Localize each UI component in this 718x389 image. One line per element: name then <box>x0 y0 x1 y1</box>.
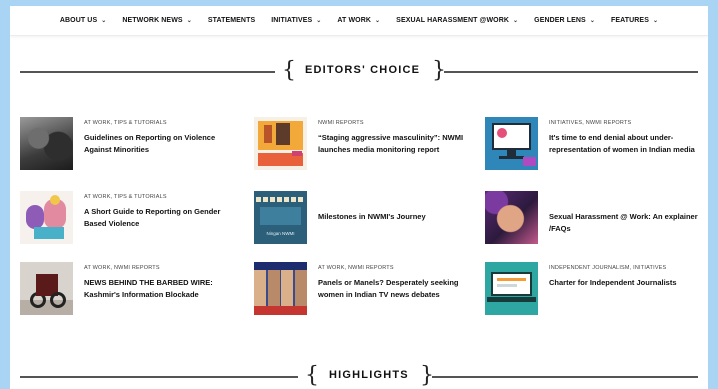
nav-label: NETWORK NEWS <box>122 17 183 24</box>
section-title: EDITORS' CHOICE <box>305 64 421 76</box>
article-title[interactable]: Sexual Harassment @ Work: An explainer /… <box>549 211 700 235</box>
article-title[interactable]: It's time to end denial about under-repr… <box>549 132 700 156</box>
chevron-down-icon: ⌄ <box>101 18 107 24</box>
nav-item-statements[interactable]: STATEMENTS <box>208 17 255 24</box>
article-category[interactable]: AT WORK, TIPS & TUTORIALS <box>84 194 235 200</box>
divider-line <box>20 71 275 73</box>
article-title[interactable]: Guidelines on Reporting on Violence Agai… <box>84 132 235 156</box>
report-cover-art <box>276 123 290 145</box>
motorbike-photo <box>50 292 66 308</box>
article-thumbnail[interactable] <box>254 262 307 315</box>
main-nav: ABOUT US ⌄ NETWORK NEWS ⌄ STATEMENTS INITI… <box>10 6 708 36</box>
nav-label: SEXUAL HARASSMENT @WORK <box>396 17 510 24</box>
article-title[interactable]: A Short Guide to Reporting on Gender Bas… <box>84 206 235 230</box>
nav-item-gender-lens[interactable]: GENDER LENS ⌄ <box>534 17 595 24</box>
nav-label: STATEMENTS <box>207 17 256 24</box>
article-category[interactable]: NWMI REPORTS <box>318 120 469 126</box>
article-card[interactable]: Ningan NWMI Milestones in NWMI's Journey <box>254 191 469 244</box>
article-category[interactable]: AT WORK, TIPS & TUTORIALS <box>84 120 235 126</box>
article-title[interactable]: Charter for Independent Journalists <box>549 277 677 289</box>
monitor-illustration <box>499 156 524 159</box>
article-title[interactable]: Milestones in NWMI's Journey <box>318 211 426 223</box>
article-thumbnail[interactable] <box>485 262 538 315</box>
article-card[interactable]: AT WORK, TIPS & TUTORIALS Guidelines on … <box>20 117 235 170</box>
chevron-down-icon: ⌄ <box>513 18 519 24</box>
article-card[interactable]: AT WORK, TIPS & TUTORIALS A Short Guide … <box>20 191 235 244</box>
section-title: HIGHLIGHTS <box>329 369 409 381</box>
nav-item-features[interactable]: FEATURES ⌄ <box>611 17 658 24</box>
guide-illustration <box>26 205 44 229</box>
chevron-down-icon: ⌄ <box>186 18 192 24</box>
thumbnail-caption: Ningan NWMI <box>266 231 295 236</box>
article-card[interactable]: INDEPENDENT JOURNALISM, INITIATIVES Char… <box>485 262 700 315</box>
nav-item-network-news[interactable]: NETWORK NEWS ⌄ <box>122 17 191 24</box>
article-thumbnail[interactable] <box>20 262 73 315</box>
nav-item-at-work[interactable]: AT WORK ⌄ <box>337 17 380 24</box>
chevron-down-icon: ⌄ <box>589 18 595 24</box>
report-cover-art <box>264 125 272 143</box>
monitor-illustration <box>523 157 536 166</box>
nav-item-sexual-harassment[interactable]: SEXUAL HARASSMENT @WORK ⌄ <box>396 17 518 24</box>
nav-label: ABOUT US <box>59 17 98 24</box>
scrabble-tiles <box>256 197 305 202</box>
article-category[interactable]: INITIATIVES, NWMI REPORTS <box>549 120 700 126</box>
article-thumbnail[interactable] <box>485 117 538 170</box>
article-category[interactable]: INDEPENDENT JOURNALISM, INITIATIVES <box>549 265 677 271</box>
page-frame: ABOUT US ⌄ NETWORK NEWS ⌄ STATEMENTS INITI… <box>10 6 708 389</box>
chevron-down-icon: ⌄ <box>375 18 381 24</box>
left-brace-ornament: { <box>282 58 296 83</box>
divider-line <box>20 376 298 378</box>
guide-illustration <box>50 195 60 205</box>
scrabble-board <box>260 207 301 225</box>
guide-illustration <box>34 227 64 239</box>
nav-label: AT WORK <box>337 17 372 24</box>
article-thumbnail[interactable] <box>20 117 73 170</box>
report-cover-art <box>292 151 302 156</box>
nav-item-initiatives[interactable]: INITIATIVES ⌄ <box>271 17 321 24</box>
laptop-illustration <box>497 278 526 281</box>
laptop-illustration <box>487 297 536 302</box>
chevron-down-icon: ⌄ <box>652 18 659 24</box>
editors-choice-heading: { EDITORS' CHOICE } <box>20 58 698 84</box>
article-card[interactable]: AT WORK, NWMI REPORTS NEWS BEHIND THE BA… <box>20 262 235 315</box>
nav-item-about-us[interactable]: ABOUT US ⌄ <box>60 17 107 24</box>
laptop-illustration <box>497 284 517 287</box>
article-thumbnail[interactable] <box>254 117 307 170</box>
article-title[interactable]: Panels or Manels? Desperately seeking wo… <box>318 277 469 301</box>
article-thumbnail[interactable] <box>20 191 73 244</box>
article-title[interactable]: NEWS BEHIND THE BARBED WIRE: Kashmir's I… <box>84 277 235 301</box>
article-card[interactable]: AT WORK, NWMI REPORTS Panels or Manels? … <box>254 262 469 315</box>
chevron-down-icon: ⌄ <box>316 18 322 24</box>
article-category[interactable]: AT WORK, NWMI REPORTS <box>84 265 235 271</box>
nav-label: INITIATIVES <box>271 17 313 24</box>
article-card[interactable]: INITIATIVES, NWMI REPORTS It's time to e… <box>485 117 700 170</box>
divider-line <box>444 71 698 73</box>
article-thumbnail[interactable] <box>485 191 538 244</box>
article-thumbnail[interactable]: Ningan NWMI <box>254 191 307 244</box>
monitor-illustration <box>497 128 507 138</box>
highlights-heading: { HIGHLIGHTS } <box>20 363 698 389</box>
nav-label: FEATURES <box>610 17 649 24</box>
article-card[interactable]: Sexual Harassment @ Work: An explainer /… <box>485 191 700 244</box>
article-card[interactable]: NWMI REPORTS “Staging aggressive masculi… <box>254 117 469 170</box>
divider-line <box>432 376 698 378</box>
nav-label: GENDER LENS <box>534 17 586 24</box>
left-brace-ornament: { <box>305 363 319 388</box>
article-title[interactable]: “Staging aggressive masculinity”: NWMI l… <box>318 132 469 156</box>
article-category[interactable]: AT WORK, NWMI REPORTS <box>318 265 469 271</box>
